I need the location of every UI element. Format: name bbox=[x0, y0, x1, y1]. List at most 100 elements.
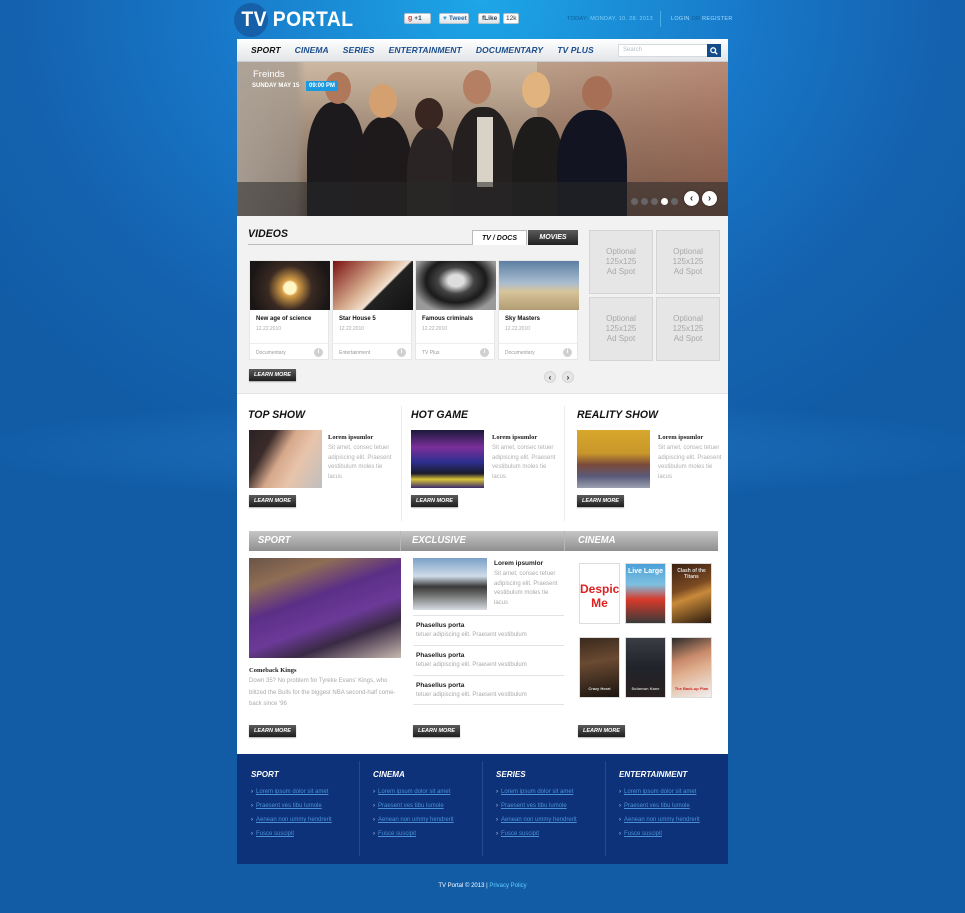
info-icon[interactable]: i bbox=[480, 348, 489, 357]
movie-poster[interactable]: Despicable Me bbox=[579, 563, 620, 624]
auth-links: LOGIN OR REGISTER bbox=[671, 16, 733, 22]
nav-item-sport[interactable]: SPORT bbox=[251, 45, 281, 55]
cinema-learn-more-button[interactable]: LEARN MORE bbox=[578, 725, 625, 737]
info-icon[interactable]: i bbox=[563, 348, 572, 357]
slider-dot-active[interactable] bbox=[661, 198, 668, 205]
videos-next-button[interactable]: › bbox=[562, 371, 574, 383]
info-icon[interactable]: i bbox=[314, 348, 323, 357]
slider-prev-button[interactable]: ‹ bbox=[684, 191, 699, 206]
footer-link[interactable]: › Lorem ipsum dolor sit amet bbox=[251, 789, 328, 795]
privacy-policy-link[interactable]: Privacy Policy bbox=[489, 883, 526, 889]
footer-link[interactable]: › Aenean non ummy hendrerit bbox=[373, 817, 454, 823]
copyright: TV Portal © 2013 | Privacy Policy bbox=[0, 883, 965, 889]
footer-link[interactable]: › Aenean non ummy hendrerit bbox=[251, 817, 332, 823]
show-title[interactable]: Lorem ipsumlor bbox=[328, 434, 373, 441]
categories-section: SPORT EXCLUSIVE CINEMA Comeback Kings Do… bbox=[237, 529, 728, 754]
movie-poster[interactable]: Crazy Heart bbox=[579, 637, 620, 698]
movie-poster[interactable]: Solomon Kane bbox=[625, 637, 666, 698]
login-link[interactable]: LOGIN bbox=[671, 16, 690, 22]
exclusive-title[interactable]: Lorem ipsumlor bbox=[494, 560, 543, 567]
reality-show-learn-more-button[interactable]: LEARN MORE bbox=[577, 495, 624, 507]
footer-link[interactable]: › Fusce suscipit bbox=[373, 831, 416, 837]
hero-slider[interactable]: Freinds SUNDAY MAY 15 09:00 PM ‹ › bbox=[237, 62, 728, 216]
nav-item-documentary[interactable]: DOCUMENTARY bbox=[476, 45, 543, 55]
search-button[interactable] bbox=[707, 44, 721, 57]
info-icon[interactable]: i bbox=[397, 348, 406, 357]
ad-spot[interactable]: Optional 125x125 Ad Spot bbox=[589, 230, 653, 294]
video-card[interactable]: Sky Masters 12.22.2010 Documentary i bbox=[498, 260, 579, 360]
reality-show-image[interactable] bbox=[577, 430, 650, 488]
footer-link[interactable]: › Praesent ves tibu lumole bbox=[496, 803, 567, 809]
slider-dot[interactable] bbox=[651, 198, 658, 205]
tab-movies[interactable]: MOVIES bbox=[528, 230, 578, 245]
facebook-like-button[interactable]: f Like 12k bbox=[478, 13, 520, 24]
video-thumbnail bbox=[250, 261, 330, 310]
nav-item-series[interactable]: SERIES bbox=[343, 45, 375, 55]
exclusive-item-title[interactable]: Phasellus porta bbox=[416, 652, 464, 659]
footer-divider bbox=[605, 761, 606, 856]
ad-spot[interactable]: Optional 125x125 Ad Spot bbox=[589, 297, 653, 361]
footer-link[interactable]: › Lorem ipsum dolor sit amet bbox=[619, 789, 696, 795]
show-title[interactable]: Lorem ipsumlor bbox=[658, 434, 703, 441]
exclusive-list-item[interactable]: Phasellus porta tetuer adipiscing elit. … bbox=[413, 645, 564, 675]
exclusive-item-title[interactable]: Phasellus porta bbox=[416, 682, 464, 689]
video-title[interactable]: New age of science bbox=[256, 316, 311, 322]
footer-link[interactable]: › Praesent ves tibu lumole bbox=[619, 803, 690, 809]
footer-link[interactable]: › Lorem ipsum dolor sit amet bbox=[373, 789, 450, 795]
video-title[interactable]: Star House 5 bbox=[339, 316, 376, 322]
footer-link[interactable]: › Praesent ves tibu lumole bbox=[251, 803, 322, 809]
footer-link[interactable]: › Praesent ves tibu lumole bbox=[373, 803, 444, 809]
top-show-learn-more-button[interactable]: LEARN MORE bbox=[249, 495, 296, 507]
column-divider bbox=[401, 406, 402, 521]
videos-prev-button[interactable]: ‹ bbox=[544, 371, 556, 383]
footer-link[interactable]: › Lorem ipsum dolor sit amet bbox=[496, 789, 573, 795]
site-logo[interactable]: TV PORTAL bbox=[234, 3, 364, 37]
footer-link[interactable]: › Aenean non ummy hendrerit bbox=[619, 817, 700, 823]
sport-article-title[interactable]: Comeback Kings bbox=[249, 667, 297, 674]
videos-learn-more-button[interactable]: LEARN MORE bbox=[249, 369, 296, 381]
slider-dot[interactable] bbox=[671, 198, 678, 205]
exclusive-image[interactable] bbox=[413, 558, 487, 610]
video-title[interactable]: Sky Masters bbox=[505, 316, 540, 322]
tweet-button[interactable]: ♥ Tweet bbox=[439, 13, 469, 24]
hot-game-image[interactable] bbox=[411, 430, 484, 488]
chevron-right-icon: › bbox=[566, 372, 570, 382]
show-text: Sit amet, consec tetuer adipiscing elit.… bbox=[328, 445, 392, 480]
footer-link[interactable]: › Fusce suscipit bbox=[619, 831, 662, 837]
nav-item-cinema[interactable]: CINEMA bbox=[295, 45, 329, 55]
exclusive-item-text: tetuer adipiscing elit. Praesent vestibu… bbox=[416, 692, 527, 698]
slider-next-button[interactable]: › bbox=[702, 191, 717, 206]
gplus-button[interactable]: g +1 bbox=[404, 13, 431, 24]
ad-spot[interactable]: Optional 125x125 Ad Spot bbox=[656, 230, 720, 294]
movie-poster[interactable]: Live Large bbox=[625, 563, 666, 624]
nav-item-entertainment[interactable]: ENTERTAINMENT bbox=[389, 45, 462, 55]
hot-game-learn-more-button[interactable]: LEARN MORE bbox=[411, 495, 458, 507]
exclusive-list-item[interactable]: Phasellus porta tetuer adipiscing elit. … bbox=[413, 615, 564, 645]
search-input[interactable]: Search bbox=[618, 44, 708, 57]
movie-poster[interactable]: Clash of the Titans bbox=[671, 563, 712, 624]
nav-item-tv-plus[interactable]: TV PLUS bbox=[557, 45, 594, 55]
top-show-heading: TOP SHOW bbox=[248, 409, 306, 421]
footer-link[interactable]: › Fusce suscipit bbox=[251, 831, 294, 837]
tab-tv-docs[interactable]: TV / DOCS bbox=[472, 230, 527, 245]
ad-spot[interactable]: Optional 125x125 Ad Spot bbox=[656, 297, 720, 361]
gplus-label: +1 bbox=[414, 15, 422, 22]
exclusive-list-item[interactable]: Phasellus porta tetuer adipiscing elit. … bbox=[413, 675, 564, 705]
video-title[interactable]: Famous criminals bbox=[422, 316, 473, 322]
slider-dot[interactable] bbox=[631, 198, 638, 205]
video-card[interactable]: New age of science 12.22.2010 Documentar… bbox=[249, 260, 330, 360]
exclusive-learn-more-button[interactable]: LEARN MORE bbox=[413, 725, 460, 737]
register-link[interactable]: REGISTER bbox=[702, 16, 733, 22]
video-card[interactable]: Star House 5 12.22.2010 Entertainment i bbox=[332, 260, 413, 360]
video-card[interactable]: Famous criminals 12.22.2010 TV Plus i bbox=[415, 260, 496, 360]
exclusive-item-title[interactable]: Phasellus porta bbox=[416, 622, 464, 629]
slider-dot[interactable] bbox=[641, 198, 648, 205]
sport-learn-more-button[interactable]: LEARN MORE bbox=[249, 725, 296, 737]
top-show-image[interactable] bbox=[249, 430, 322, 488]
movie-poster[interactable]: The Back-up Plan bbox=[671, 637, 712, 698]
show-title[interactable]: Lorem ipsumlor bbox=[492, 434, 537, 441]
slide-title[interactable]: Freinds bbox=[253, 69, 285, 80]
footer-link[interactable]: › Aenean non ummy hendrerit bbox=[496, 817, 577, 823]
sport-image[interactable] bbox=[249, 558, 401, 658]
footer-link[interactable]: › Fusce suscipit bbox=[496, 831, 539, 837]
